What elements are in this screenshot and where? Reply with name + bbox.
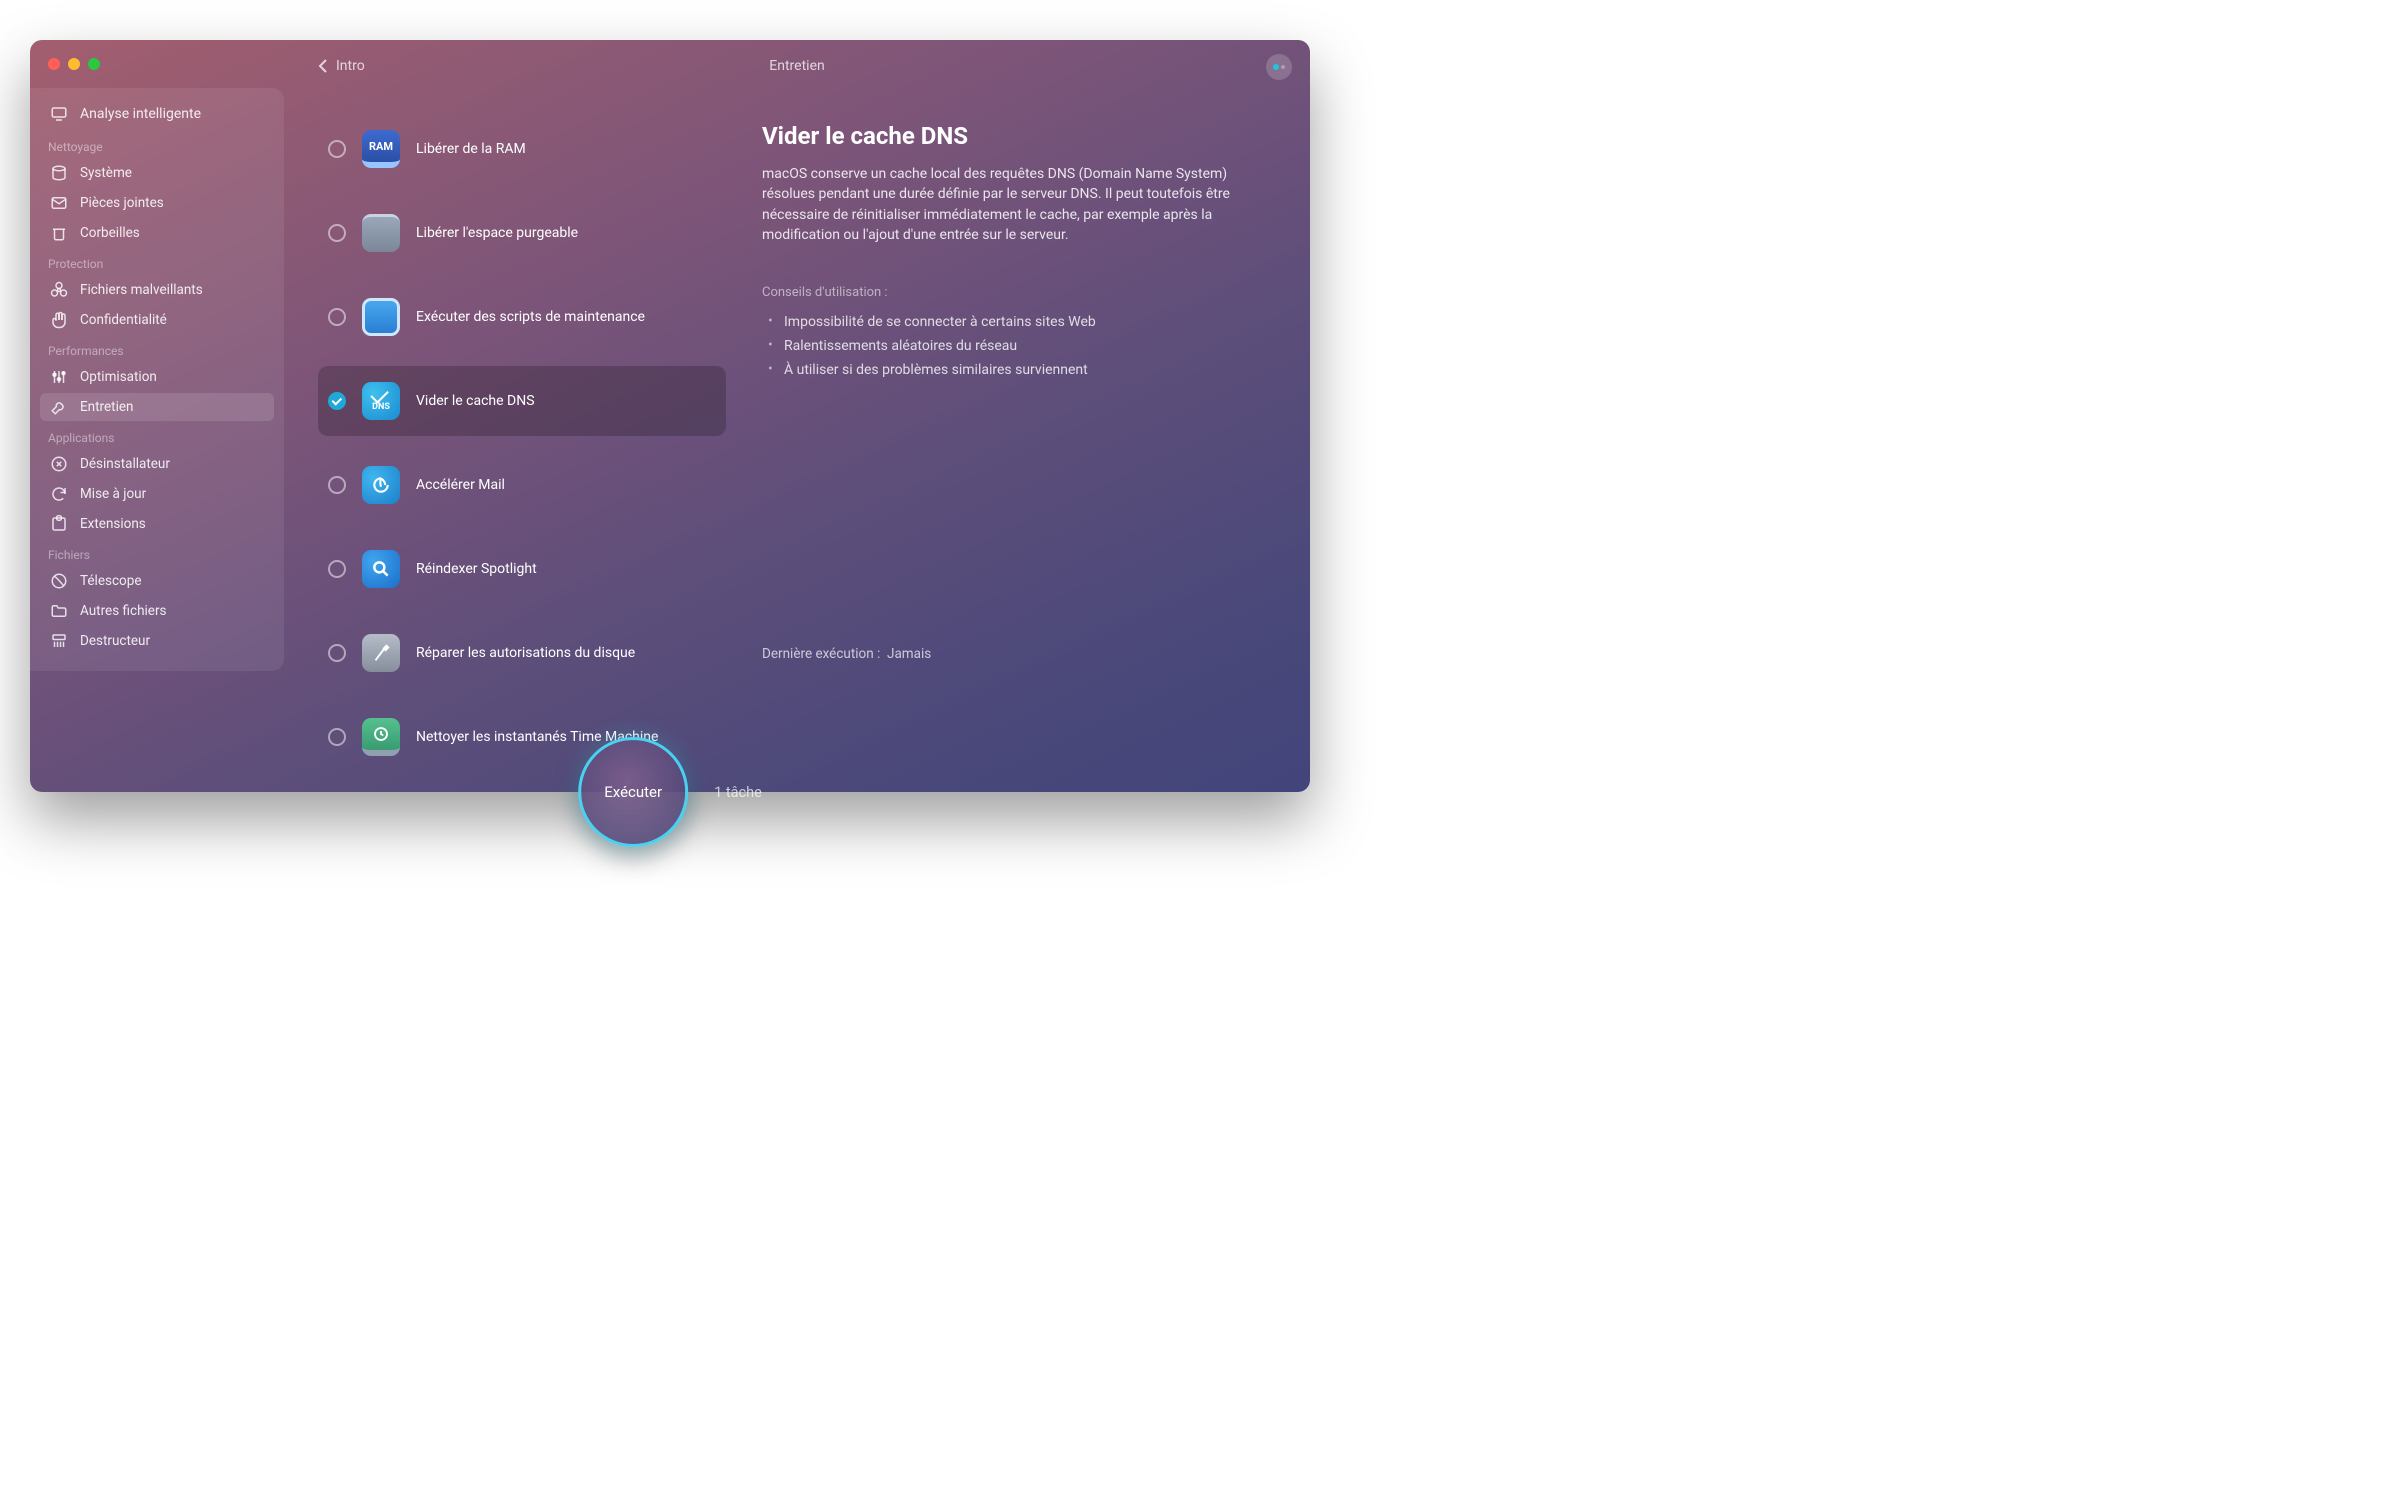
page-title: Entretien xyxy=(769,58,824,74)
ram-icon: RAM xyxy=(362,130,400,168)
run-area: Exécuter 1 tâche xyxy=(578,737,762,847)
task-label: Vider le cache DNS xyxy=(416,393,535,409)
minimize-window-button[interactable] xyxy=(68,58,80,70)
task-label: Libérer de la RAM xyxy=(416,141,526,157)
dns-icon: DNS xyxy=(362,382,400,420)
run-button[interactable]: Exécuter xyxy=(578,737,688,847)
tip-item: Ralentissements aléatoires du réseau xyxy=(762,334,1276,358)
back-button[interactable]: Intro xyxy=(318,58,365,74)
task-radio[interactable] xyxy=(328,728,346,746)
back-label: Intro xyxy=(336,58,365,74)
task-radio[interactable] xyxy=(328,140,346,158)
tools-icon xyxy=(362,634,400,672)
tips-list: Impossibilité de se connecter à certains… xyxy=(762,310,1276,382)
task-radio[interactable] xyxy=(328,644,346,662)
last-run-value: Jamais xyxy=(887,646,931,662)
task-label: Accélérer Mail xyxy=(416,477,505,493)
detail-title: Vider le cache DNS xyxy=(762,122,1276,150)
mail-speed-icon xyxy=(362,466,400,504)
last-run: Dernière exécution : Jamais xyxy=(762,646,931,662)
task-radio[interactable] xyxy=(328,308,346,326)
content: RAM Libérer de la RAM Libérer l'espace p… xyxy=(284,92,1310,792)
task-maintenance-scripts[interactable]: Exécuter des scripts de maintenance xyxy=(318,290,726,344)
tip-item: À utiliser si des problèmes similaires s… xyxy=(762,358,1276,382)
task-label: Réparer les autorisations du disque xyxy=(416,645,635,661)
task-free-ram[interactable]: RAM Libérer de la RAM xyxy=(318,122,726,176)
window-controls xyxy=(48,58,100,70)
task-repair-permissions[interactable]: Réparer les autorisations du disque xyxy=(318,626,726,680)
topbar: Intro Entretien xyxy=(284,40,1310,92)
app-window: Analyse intelligente Nettoyage Système P… xyxy=(30,40,1310,792)
time-machine-icon xyxy=(362,718,400,756)
selected-task-count: 1 tâche xyxy=(714,784,762,801)
detail-panel: Vider le cache DNS macOS conserve un cac… xyxy=(756,92,1286,792)
task-radio[interactable] xyxy=(328,392,346,410)
task-radio[interactable] xyxy=(328,560,346,578)
task-flush-dns[interactable]: DNS Vider le cache DNS xyxy=(318,366,726,436)
task-label: Libérer l'espace purgeable xyxy=(416,225,578,241)
task-reindex-spotlight[interactable]: Réindexer Spotlight xyxy=(318,542,726,596)
task-free-purgeable[interactable]: Libérer l'espace purgeable xyxy=(318,206,726,260)
tip-item: Impossibilité de se connecter à certains… xyxy=(762,310,1276,334)
task-label: Réindexer Spotlight xyxy=(416,561,537,577)
search-icon xyxy=(362,550,400,588)
disk-icon xyxy=(362,214,400,252)
clipboard-icon xyxy=(362,298,400,336)
close-window-button[interactable] xyxy=(48,58,60,70)
main-area: Intro Entretien RAM Libérer de la RAM Li… xyxy=(30,40,1310,792)
task-speedup-mail[interactable]: Accélérer Mail xyxy=(318,458,726,512)
task-radio[interactable] xyxy=(328,476,346,494)
task-list: RAM Libérer de la RAM Libérer l'espace p… xyxy=(318,92,726,792)
assistant-button[interactable] xyxy=(1266,54,1292,80)
zoom-window-button[interactable] xyxy=(88,58,100,70)
tips-heading: Conseils d'utilisation : xyxy=(762,285,1276,300)
last-run-label: Dernière exécution : xyxy=(762,646,880,662)
run-label: Exécuter xyxy=(604,783,662,801)
detail-description: macOS conserve un cache local des requêt… xyxy=(762,164,1242,245)
task-label: Exécuter des scripts de maintenance xyxy=(416,309,645,325)
task-radio[interactable] xyxy=(328,224,346,242)
